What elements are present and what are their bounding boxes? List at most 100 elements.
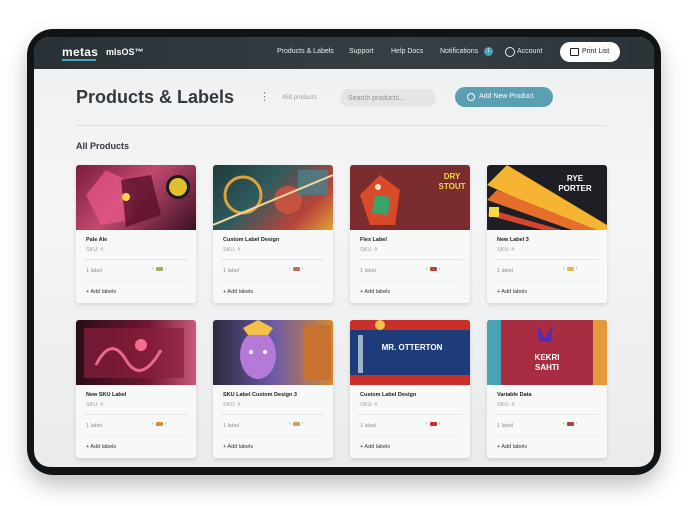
print-list-button[interactable]: Print List <box>560 42 620 62</box>
add-labels-link[interactable]: + Add labels <box>223 289 253 295</box>
label-preview-icon <box>566 421 574 426</box>
header-divider <box>76 125 606 126</box>
svg-text:STOUT: STOUT <box>439 182 466 191</box>
product-card[interactable]: MR. OTTERTON Custom Label Design SKU: # … <box>350 320 470 458</box>
label-preview-icon <box>292 266 300 271</box>
product-sku: SKU: # <box>223 402 241 408</box>
product-sku: SKU: # <box>86 247 104 253</box>
notification-badge: 1 <box>484 47 493 56</box>
svg-text:SAHTI: SAHTI <box>535 363 559 372</box>
product-card[interactable]: KEKRI SAHTI Variable Data SKU: # 1 label… <box>487 320 607 458</box>
product-sku: SKU: # <box>360 247 378 253</box>
product-card[interactable]: New SKU Label SKU: # 1 label ‹ › + Add la… <box>76 320 196 458</box>
svg-text:PORTER: PORTER <box>558 184 592 193</box>
new-sku-art <box>84 328 184 378</box>
label-thumbnail[interactable]: DRY STOUT <box>350 165 470 230</box>
svg-text:DRY: DRY <box>444 172 461 181</box>
label-thumbnail[interactable] <box>76 165 196 230</box>
card-divider-2 <box>84 281 188 282</box>
pale-ale-art <box>86 170 190 227</box>
card-divider <box>84 259 188 260</box>
label-thumbnail[interactable] <box>213 165 333 230</box>
print-list-label: Print List <box>582 48 610 55</box>
custom-label-art <box>213 170 333 226</box>
label-preview-icon <box>429 266 437 271</box>
card-divider <box>221 259 325 260</box>
dry-stout-art: DRY STOUT <box>360 172 466 225</box>
product-name: Variable Data <box>497 392 532 398</box>
kekri-sahti-art: KEKRI SAHTI <box>487 320 607 385</box>
add-labels-link[interactable]: + Add labels <box>360 444 390 450</box>
nav-products-labels[interactable]: Products & Labels <box>277 48 334 55</box>
label-thumbnail[interactable]: MR. OTTERTON <box>350 320 470 385</box>
add-new-product-label: Add New Product <box>479 93 534 100</box>
label-pager[interactable]: ‹ › <box>563 421 577 427</box>
mr-otterton-art: MR. OTTERTON <box>350 320 470 385</box>
add-labels-link[interactable]: + Add labels <box>86 289 116 295</box>
product-card[interactable]: Custom Label Design SKU: # 1 label ‹ › + … <box>213 165 333 303</box>
product-name: Custom Label Design <box>360 392 417 398</box>
product-card[interactable]: SKU Label Custom Design 3 SKU: # 1 label… <box>213 320 333 458</box>
label-pager[interactable]: ‹ › <box>289 421 303 427</box>
product-sku: SKU: # <box>86 402 104 408</box>
label-thumbnail[interactable] <box>213 320 333 385</box>
product-card[interactable]: DRY STOUT Flex Label SKU: # 1 label ‹ › +… <box>350 165 470 303</box>
card-divider-2 <box>221 436 325 437</box>
nav-help-docs[interactable]: Help Docs <box>391 48 423 55</box>
product-name: Pale Ale <box>86 237 108 243</box>
nav-notifications[interactable]: Notifications <box>440 48 478 55</box>
product-card[interactable]: RYE PORTER New Label 3 SKU: # 1 label ‹ ›… <box>487 165 607 303</box>
svg-text:RYE: RYE <box>567 174 584 183</box>
label-pager[interactable]: ‹ › <box>426 266 440 272</box>
add-labels-link[interactable]: + Add labels <box>497 289 527 295</box>
label-count: 1 label <box>86 423 103 429</box>
label-pager[interactable]: ‹ › <box>426 421 440 427</box>
add-new-product-button[interactable]: Add New Product <box>455 87 553 107</box>
add-labels-link[interactable]: + Add labels <box>223 444 253 450</box>
label-count: 1 label <box>497 268 514 274</box>
product-name: New Label 3 <box>497 237 529 243</box>
printer-icon <box>570 48 579 56</box>
card-divider-2 <box>495 436 599 437</box>
nav-support[interactable]: Support <box>349 48 374 55</box>
label-thumbnail[interactable] <box>76 320 196 385</box>
more-options-icon[interactable]: ⋮ <box>259 90 270 103</box>
label-pager[interactable]: ‹ › <box>152 266 166 272</box>
add-labels-link[interactable]: + Add labels <box>86 444 116 450</box>
card-divider-2 <box>358 436 462 437</box>
rye-porter-art: RYE PORTER <box>487 165 607 230</box>
svg-text:KEKRI: KEKRI <box>535 353 560 362</box>
product-sku: SKU: # <box>497 402 515 408</box>
search-input[interactable] <box>340 89 436 107</box>
label-preview-icon <box>292 421 300 426</box>
label-thumbnail[interactable]: KEKRI SAHTI <box>487 320 607 385</box>
product-name: Custom Label Design <box>223 237 280 243</box>
product-name: SKU Label Custom Design 3 <box>223 392 297 398</box>
label-preview-icon <box>155 266 163 271</box>
label-pager[interactable]: ‹ › <box>563 266 577 272</box>
add-labels-link[interactable]: + Add labels <box>497 444 527 450</box>
label-pager[interactable]: ‹ › <box>289 266 303 272</box>
metas-logo: metas <box>62 45 99 59</box>
card-divider-2 <box>495 281 599 282</box>
card-divider <box>495 414 599 415</box>
label-preview-icon <box>155 421 163 426</box>
card-divider <box>84 414 188 415</box>
card-divider <box>358 414 462 415</box>
section-title: All Products <box>76 141 130 151</box>
page-title: Products & Labels <box>76 87 235 107</box>
label-count: 1 label <box>497 423 514 429</box>
label-pager[interactable]: ‹ › <box>152 421 166 427</box>
card-divider <box>358 259 462 260</box>
product-card[interactable]: Pale Ale SKU: # 1 label ‹ › + Add labels <box>76 165 196 303</box>
svg-text:MR. OTTERTON: MR. OTTERTON <box>382 343 443 352</box>
app-screen: metas mlsOS™ Products & Labels Support H… <box>34 37 654 467</box>
label-count: 1 label <box>223 423 240 429</box>
label-thumbnail[interactable]: RYE PORTER <box>487 165 607 230</box>
card-divider-2 <box>84 436 188 437</box>
account-icon[interactable] <box>505 47 515 57</box>
product-sku: SKU: # <box>223 247 241 253</box>
nav-account[interactable]: Account <box>517 48 542 55</box>
label-count: 1 label <box>360 268 377 274</box>
add-labels-link[interactable]: + Add labels <box>360 289 390 295</box>
